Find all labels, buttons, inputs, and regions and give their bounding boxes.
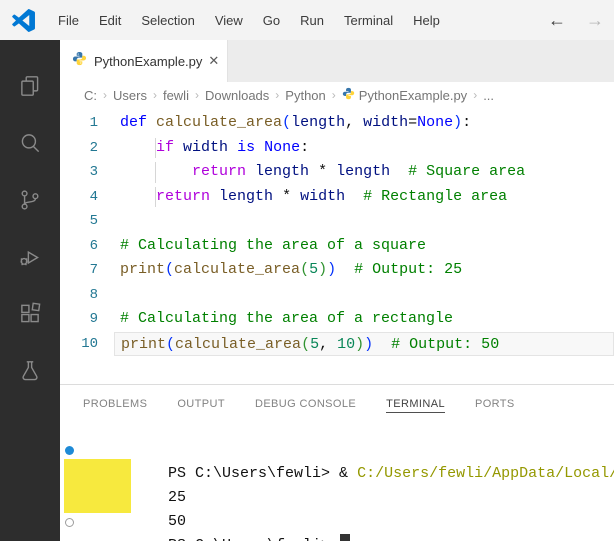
breadcrumb-file[interactable]: PythonExample.py <box>359 88 467 103</box>
menu-item-help[interactable]: Help <box>403 13 450 28</box>
code-text[interactable]: return length * width # Rectangle area <box>98 185 614 210</box>
menu-item-go[interactable]: Go <box>253 13 290 28</box>
line-number[interactable]: 6 <box>60 234 98 259</box>
breadcrumb-users[interactable]: Users <box>113 88 147 103</box>
chevron-right-icon: › <box>194 88 199 102</box>
code-text[interactable] <box>98 283 614 308</box>
vscode-logo-icon <box>12 8 35 32</box>
line-number[interactable]: 10 <box>60 332 98 357</box>
code-line-5[interactable]: 5 <box>60 209 614 234</box>
testing-icon[interactable] <box>0 342 60 399</box>
line-number[interactable]: 8 <box>60 283 98 308</box>
code-text[interactable] <box>98 209 614 234</box>
terminal-prompt-line: PS C:\Users\fewli> <box>60 510 614 541</box>
terminal-text: PS C:\Users\fewli> <box>168 537 339 541</box>
line-number[interactable]: 5 <box>60 209 98 234</box>
panel-tab-debug-console[interactable]: DEBUG CONSOLE <box>255 398 356 412</box>
vscode-window: File Edit Selection View Go Run Terminal… <box>0 0 614 541</box>
breadcrumb: C: › Users › fewli › Downloads › Python … <box>60 82 614 108</box>
menu-item-selection[interactable]: Selection <box>131 13 204 28</box>
code-editor[interactable]: 1 def calculate_area(length, width=None):… <box>60 108 614 384</box>
panel-tab-terminal[interactable]: TERMINAL <box>386 398 445 413</box>
terminal-output-line: 50 <box>60 486 614 530</box>
run-and-debug-icon[interactable] <box>0 228 60 285</box>
breadcrumb-downloads[interactable]: Downloads <box>205 88 269 103</box>
source-control-icon[interactable] <box>0 171 60 228</box>
code-line-8[interactable]: 8 <box>60 283 614 308</box>
panel-tab-ports[interactable]: PORTS <box>475 398 515 412</box>
bottom-panel: PROBLEMS OUTPUT DEBUG CONSOLE TERMINAL P… <box>60 384 614 541</box>
menu-item-edit[interactable]: Edit <box>89 13 131 28</box>
tab-pythonexample-py[interactable]: PythonExample.py ✕ <box>60 40 228 82</box>
command-decoration-icon[interactable] <box>65 518 74 527</box>
chevron-right-icon: › <box>473 88 478 102</box>
chevron-right-icon: › <box>331 88 336 102</box>
line-number[interactable]: 7 <box>60 258 98 283</box>
line-number[interactable]: 3 <box>60 160 98 185</box>
chevron-right-icon: › <box>152 88 157 102</box>
editor-tab-bar: PythonExample.py ✕ <box>60 40 614 82</box>
forward-arrow-icon[interactable]: → <box>576 10 614 31</box>
python-file-icon <box>72 51 87 71</box>
command-decoration-icon[interactable] <box>65 446 74 455</box>
panel-tab-bar: PROBLEMS OUTPUT DEBUG CONSOLE TERMINAL P… <box>60 385 614 425</box>
terminal-cursor <box>340 534 351 541</box>
code-line-10-current[interactable]: 10 print(calculate_area(5, 10)) # Output:… <box>60 331 614 357</box>
code-line-2[interactable]: 2 if width is None: <box>60 136 614 161</box>
python-file-icon <box>342 87 355 103</box>
panel-tab-output[interactable]: OUTPUT <box>177 398 225 412</box>
code-text[interactable]: print(calculate_area(5)) # Output: 25 <box>98 258 614 283</box>
back-arrow-icon[interactable]: ← <box>538 10 576 31</box>
line-number[interactable]: 2 <box>60 136 98 161</box>
breadcrumb-python[interactable]: Python <box>285 88 325 103</box>
search-icon[interactable] <box>0 114 60 171</box>
code-text[interactable]: # Calculating the area of a square <box>98 234 614 259</box>
terminal[interactable]: PS C:\Users\fewli> & C:/Users/fewli/AppD… <box>60 425 614 541</box>
tab-title: PythonExample.py <box>94 53 203 69</box>
code-line-9[interactable]: 9 # Calculating the area of a rectangle <box>60 307 614 332</box>
code-text[interactable]: print(calculate_area(5, 10)) # Output: 5… <box>114 331 614 356</box>
explorer-icon[interactable] <box>0 57 60 114</box>
breadcrumb-symbol-tail[interactable]: ... <box>483 88 494 103</box>
code-text[interactable]: def calculate_area(length, width=None): <box>98 111 614 136</box>
code-text[interactable]: if width is None: <box>98 136 614 161</box>
menu-item-terminal[interactable]: Terminal <box>334 13 403 28</box>
activity-bar <box>0 40 60 541</box>
main-area: PythonExample.py ✕ C: › Users › fewli › … <box>60 40 614 541</box>
history-nav: ← → <box>538 0 614 40</box>
line-number[interactable]: 9 <box>60 307 98 332</box>
breadcrumb-drive[interactable]: C: <box>84 88 97 103</box>
line-number[interactable]: 4 <box>60 185 98 210</box>
breadcrumb-fewli[interactable]: fewli <box>163 88 189 103</box>
code-line-4[interactable]: 4 return length * width # Rectangle area <box>60 185 614 210</box>
code-line-6[interactable]: 6 # Calculating the area of a square <box>60 234 614 259</box>
chevron-right-icon: › <box>275 88 280 102</box>
menu-item-file[interactable]: File <box>48 13 89 28</box>
chevron-right-icon: › <box>103 88 107 102</box>
menu-bar: File Edit Selection View Go Run Terminal… <box>0 0 614 40</box>
code-line-1[interactable]: 1 def calculate_area(length, width=None): <box>60 111 614 136</box>
line-number[interactable]: 1 <box>60 111 98 136</box>
code-line-3[interactable]: 3 return length * length # Square area <box>60 160 614 185</box>
menu-item-run[interactable]: Run <box>290 13 334 28</box>
terminal-output-line: 25 <box>60 462 614 506</box>
menu-item-view[interactable]: View <box>205 13 253 28</box>
extensions-icon[interactable] <box>0 285 60 342</box>
code-line-7[interactable]: 7 print(calculate_area(5)) # Output: 25 <box>60 258 614 283</box>
tab-close-icon[interactable]: ✕ <box>208 53 219 69</box>
code-text[interactable]: return length * length # Square area <box>98 160 614 185</box>
terminal-command-line: PS C:\Users\fewli> & C:/Users/fewli/AppD… <box>60 438 614 482</box>
panel-tab-problems[interactable]: PROBLEMS <box>83 398 147 412</box>
code-text[interactable]: # Calculating the area of a rectangle <box>98 307 614 332</box>
